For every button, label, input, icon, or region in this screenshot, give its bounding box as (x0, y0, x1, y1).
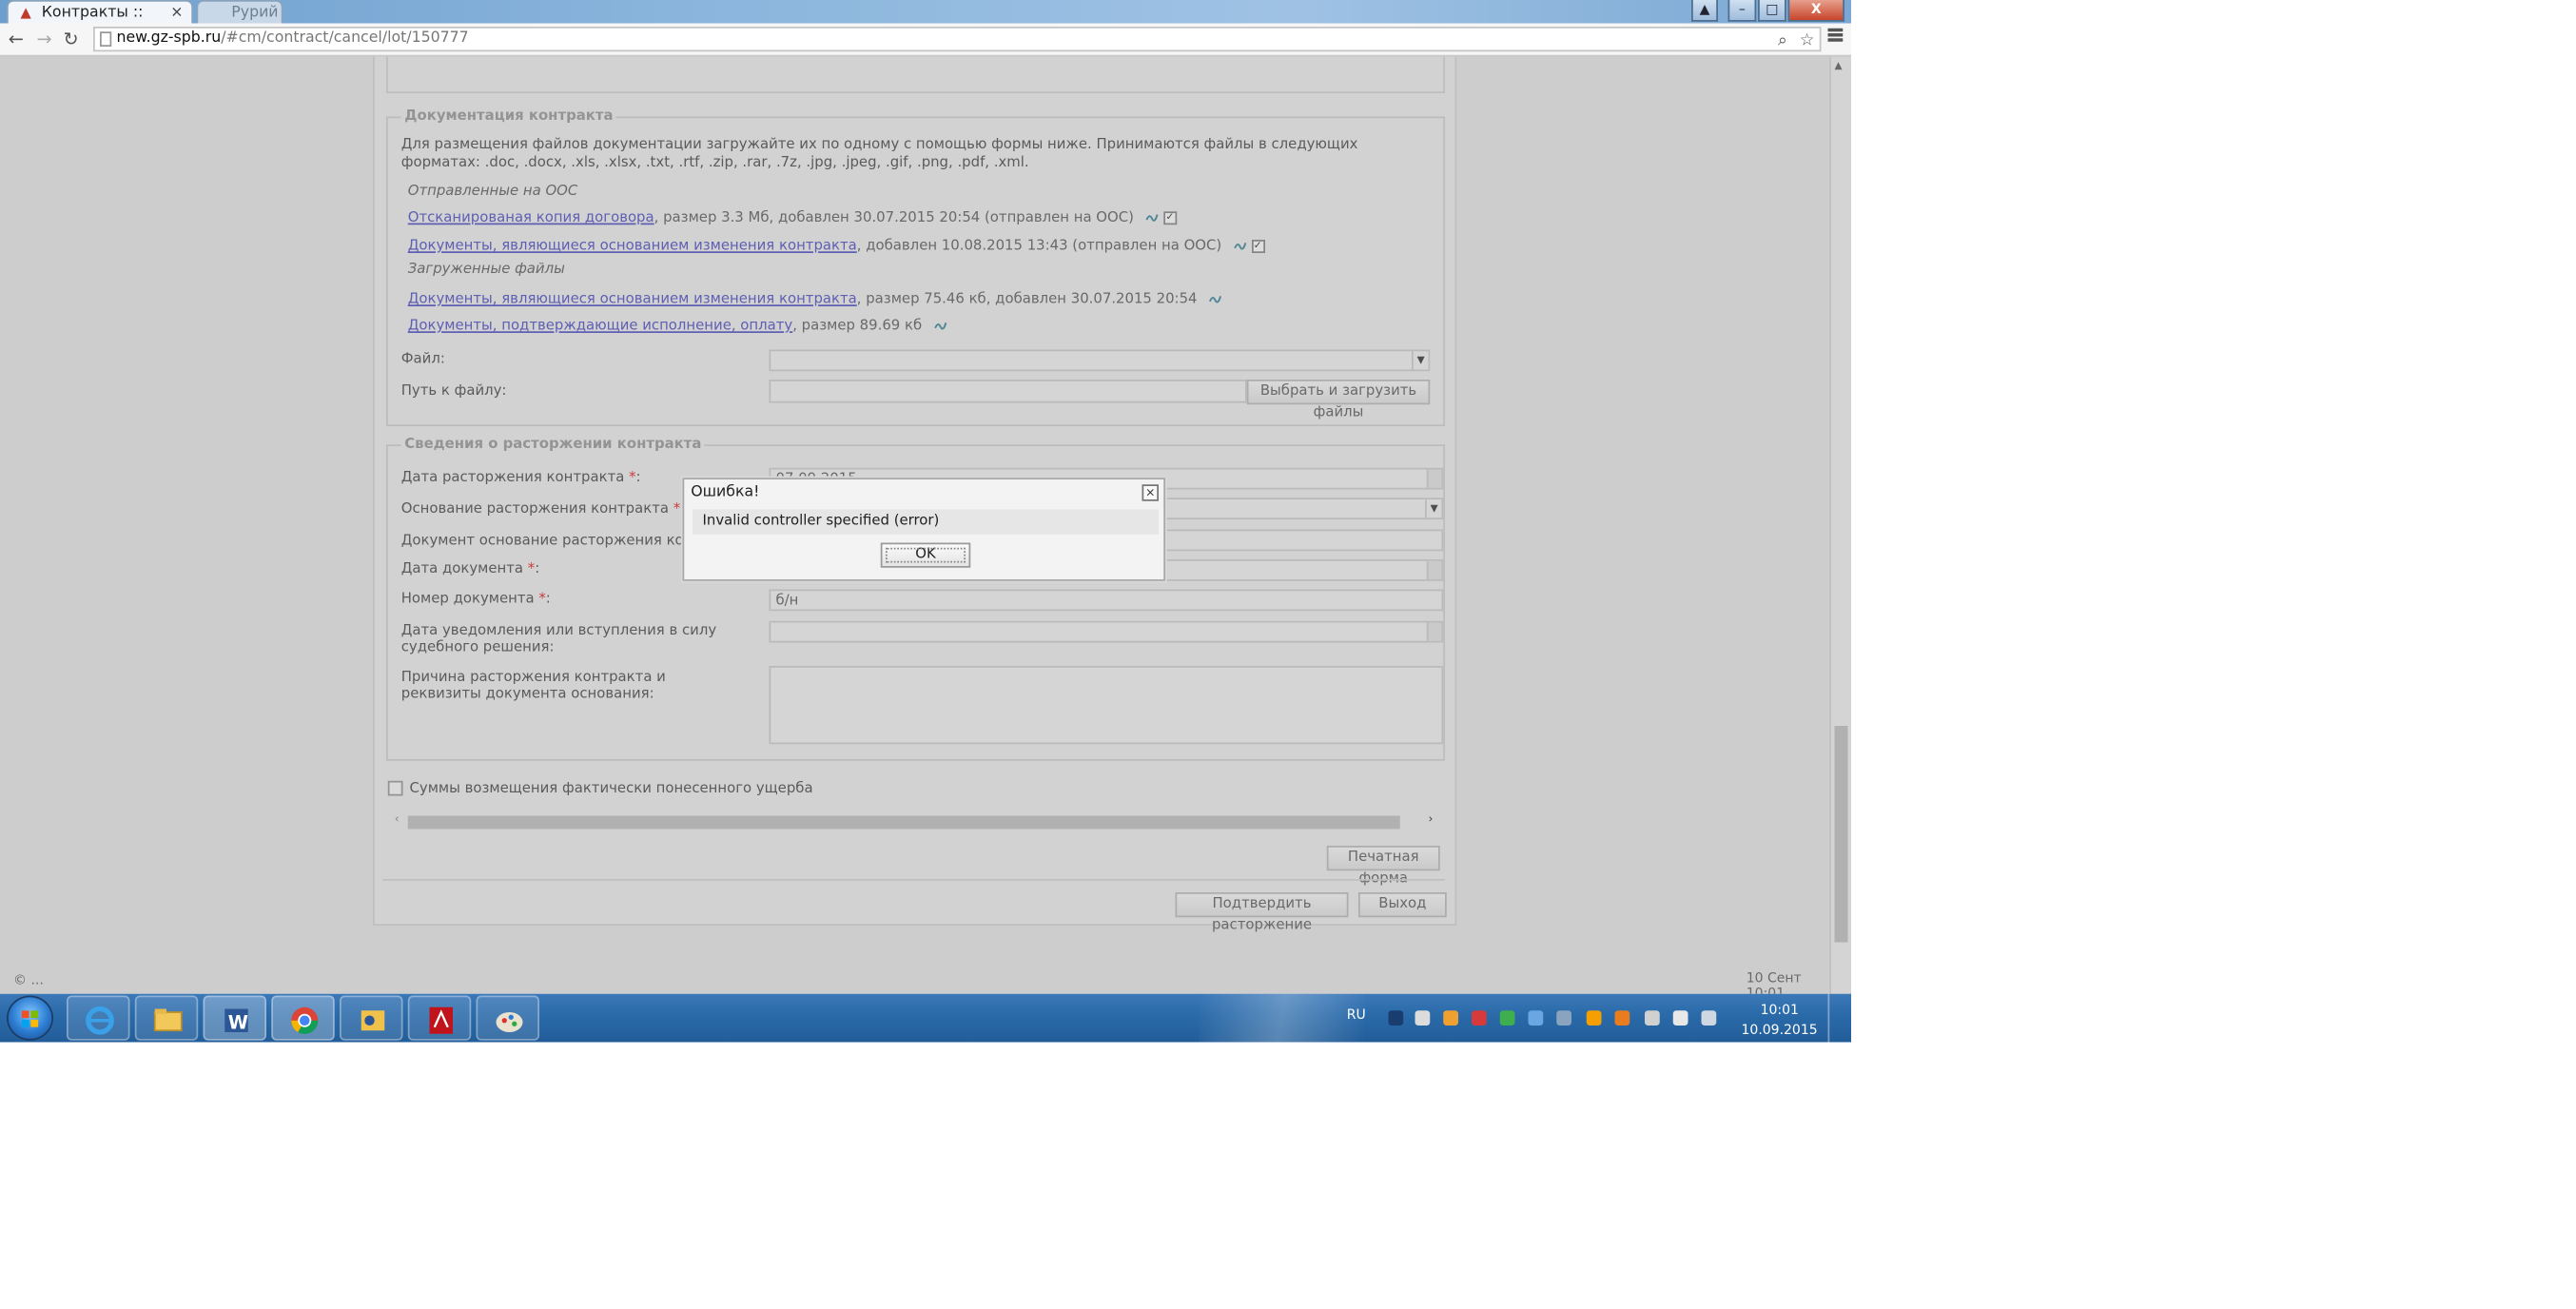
reload-icon[interactable]: ↻ (64, 29, 79, 50)
screen: Контракты :: Растор × Рурий ▲ – □ X ← → … (0, 0, 1851, 1043)
tray-app-icon[interactable] (1614, 1010, 1630, 1026)
browser-toolbar: ← → ↻ new.gz-spb.ru/#cm/contract/cancel/… (0, 23, 1851, 57)
tray-app-icon[interactable] (1472, 1010, 1487, 1026)
user-profile-icon[interactable]: ▲ (1691, 0, 1718, 22)
file-explorer-icon[interactable] (134, 995, 199, 1041)
tab-close-icon[interactable]: × (170, 2, 183, 26)
acrobat-reader-icon[interactable] (407, 995, 472, 1041)
language-indicator[interactable]: RU (1347, 1007, 1366, 1023)
close-icon[interactable]: × (1142, 484, 1159, 501)
bluetooth-icon[interactable] (1388, 1010, 1404, 1026)
show-desktop-button[interactable] (1827, 993, 1852, 1043)
tray-app-icon[interactable] (1672, 1010, 1688, 1026)
tray-app-icon[interactable] (1528, 1010, 1544, 1026)
action-center-icon[interactable] (1645, 1010, 1660, 1026)
internet-explorer-icon[interactable] (67, 995, 130, 1041)
dialog-title: Ошибка! (691, 484, 760, 501)
windows-taskbar: W RU 10:01 10.09.2015 (0, 993, 1852, 1043)
clock-date[interactable]: 10.09.2015 (1742, 1023, 1818, 1038)
back-arrow-icon[interactable]: ← (9, 29, 24, 50)
tray-app-icon[interactable] (1586, 1010, 1602, 1026)
chrome-icon[interactable] (271, 995, 335, 1041)
maximize-button[interactable]: □ (1758, 0, 1786, 22)
word-icon[interactable]: W (203, 995, 266, 1041)
minimize-button[interactable]: – (1727, 0, 1757, 22)
bookmark-star-icon[interactable]: ☆ (1800, 30, 1815, 52)
chrome-menu-icon[interactable] (1827, 28, 1844, 44)
windows-logo-icon (21, 1010, 39, 1027)
start-button[interactable] (7, 995, 53, 1041)
url-path: /#cm/contract/cancel/lot/150777 (221, 29, 469, 48)
svg-text:W: W (228, 1012, 248, 1034)
error-dialog: Ошибка! × Invalid controller specified (… (682, 478, 1165, 581)
tray-app-icon[interactable] (1443, 1010, 1458, 1026)
dialog-message: Invalid controller specified (error) (693, 509, 1159, 535)
forward-arrow-icon[interactable]: → (37, 29, 52, 50)
paint-icon[interactable] (476, 995, 539, 1041)
tray-app-icon[interactable] (1556, 1010, 1571, 1026)
site-favicon-icon (20, 8, 31, 19)
outlook-icon[interactable] (340, 995, 403, 1041)
tray-network-icon[interactable] (1499, 1010, 1515, 1026)
zoom-icon[interactable]: ⌕ (1778, 30, 1787, 52)
clock-time[interactable]: 10:01 (1760, 1003, 1800, 1018)
tab-contracts[interactable]: Контракты :: Растор × (7, 0, 193, 45)
url-host: new.gz-spb.ru (116, 29, 222, 48)
address-bar[interactable]: new.gz-spb.ru/#cm/contract/cancel/lot/15… (93, 27, 1822, 52)
close-window-button[interactable]: X (1787, 0, 1844, 22)
system-tray: RU 10:01 10.09.2015 (1332, 993, 1852, 1043)
tab-second[interactable]: Рурий (196, 0, 283, 24)
tab-title: Рурий (231, 5, 279, 22)
browser-titlebar: Контракты :: Растор × Рурий ▲ – □ X (0, 0, 1851, 45)
tray-window-icon[interactable] (1415, 1010, 1431, 1026)
ok-button[interactable]: OK (880, 542, 971, 568)
volume-icon[interactable] (1701, 1010, 1717, 1026)
page-icon (100, 31, 112, 47)
